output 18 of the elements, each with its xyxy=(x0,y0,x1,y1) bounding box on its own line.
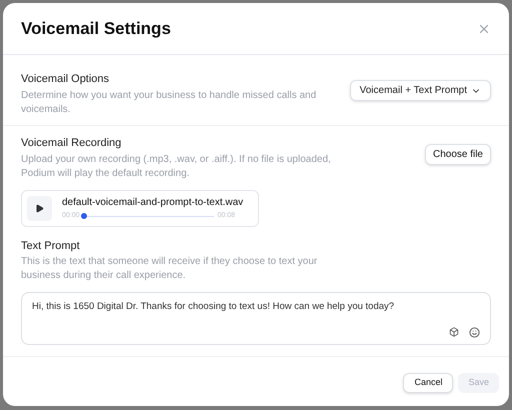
section-description: Upload your own recording (.mp3, .wav, or .aiff.). If no file is uploaded, Podium will play the default recording. xyxy=(21,152,331,180)
section-description: Determine how you want your business to handle missed calls and voicemails. xyxy=(21,88,318,116)
choose-file-button[interactable]: Choose file xyxy=(424,144,491,165)
dialog-title: Voicemail Settings xyxy=(21,18,171,40)
file-name: default-voicemail-and-prompt-to-text.wav xyxy=(62,196,244,210)
play-button[interactable] xyxy=(27,196,52,220)
voicemail-option-dropdown[interactable]: Voicemail + Text Prompt xyxy=(350,80,491,101)
emoji-icon[interactable] xyxy=(469,327,480,338)
section-description: This is the text that someone will receive if they choose to text your business during their call experience. xyxy=(21,255,318,283)
cube-icon[interactable] xyxy=(449,327,459,338)
play-icon xyxy=(35,204,44,212)
section-label: Text Prompt xyxy=(21,238,81,254)
text-prompt-value: Hi, this is 1650 Digital Dr. Thanks for choosing to text us! How can we help you today? xyxy=(32,300,396,314)
cancel-button[interactable]: Cancel xyxy=(403,372,454,392)
progress-thumb[interactable] xyxy=(80,213,87,219)
text-prompt-field[interactable]: Hi, this is 1650 Digital Dr. Thanks for choosing to text us! How can we help you today? xyxy=(21,292,491,345)
section-label: Voicemail Recording xyxy=(21,136,122,151)
section-label: Voicemail Options xyxy=(21,72,110,87)
